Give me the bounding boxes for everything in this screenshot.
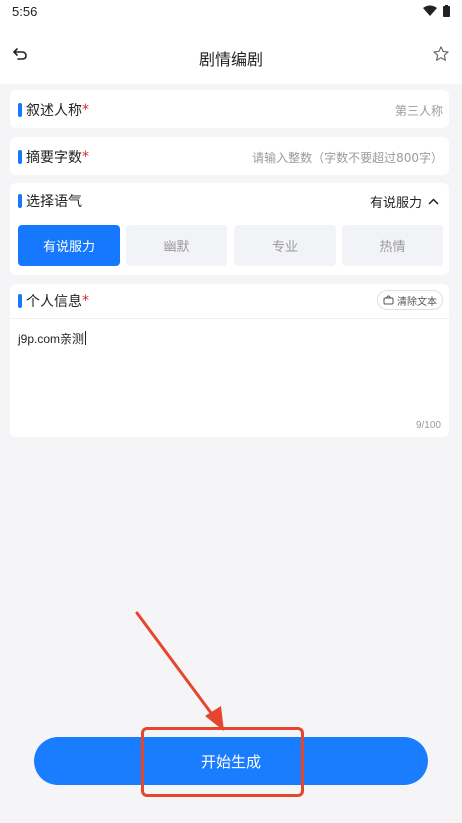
narration-value[interactable]: 第三人称 xyxy=(395,102,443,119)
tone-option-professional[interactable]: 专业 xyxy=(234,225,336,266)
app-header: 剧情编剧 xyxy=(0,24,462,84)
eraser-icon xyxy=(383,295,394,305)
status-bar: 5:56 xyxy=(0,0,462,24)
narration-label-row: 叙述人称 * xyxy=(18,100,89,120)
personal-info-text: j9p.com亲测 xyxy=(18,332,85,346)
personal-info-textarea[interactable]: j9p.com亲测 xyxy=(18,330,441,410)
favorite-button[interactable] xyxy=(432,45,452,65)
section-marker xyxy=(18,194,22,208)
clear-text-label: 清除文本 xyxy=(397,296,437,308)
start-generate-label: 开始生成 xyxy=(200,752,261,771)
tone-selected-value: 有说服力 xyxy=(369,196,422,211)
star-icon xyxy=(433,46,449,61)
required-mark: * xyxy=(82,293,89,309)
chevron-up-icon xyxy=(428,198,439,205)
summary-length-card[interactable]: 摘要字数 * 请输入整数（字数不要超过800字） xyxy=(10,137,449,175)
personal-info-card: 个人信息 * 清除文本 j9p.com亲测 9/100 xyxy=(10,284,449,437)
section-marker xyxy=(18,103,22,117)
section-marker xyxy=(18,294,22,308)
start-generate-button[interactable]: 开始生成 xyxy=(34,737,428,785)
personal-info-label: 个人信息 xyxy=(26,294,82,310)
tone-label-row: 选择语气 xyxy=(18,191,82,211)
text-caret xyxy=(85,331,87,345)
narration-label: 叙述人称 xyxy=(26,103,82,119)
tone-option-enthusiastic[interactable]: 热情 xyxy=(342,225,443,266)
personal-info-label-row: 个人信息 * xyxy=(18,291,89,311)
tone-option-humorous[interactable]: 幽默 xyxy=(126,225,227,266)
section-marker xyxy=(18,150,22,164)
narration-card[interactable]: 叙述人称 * 第三人称 xyxy=(10,90,449,128)
tone-option-persuasive[interactable]: 有说服力 xyxy=(18,225,120,266)
required-mark: * xyxy=(82,149,89,165)
summary-length-input[interactable]: 请输入整数（字数不要超过800字） xyxy=(252,149,443,166)
required-mark: * xyxy=(82,102,89,118)
wifi-icon xyxy=(423,5,437,16)
character-counter: 9/100 xyxy=(415,420,441,431)
summary-label-row: 摘要字数 * xyxy=(18,147,89,167)
divider xyxy=(10,318,449,319)
status-icons xyxy=(423,5,450,17)
clear-text-button[interactable]: 清除文本 xyxy=(377,290,443,310)
tone-dropdown[interactable]: 有说服力 xyxy=(370,192,439,211)
summary-length-label: 摘要字数 xyxy=(26,150,82,166)
status-time: 5:56 xyxy=(12,4,38,19)
tone-card: 选择语气 有说服力 有说服力 幽默 专业 热情 xyxy=(10,183,449,275)
battery-icon xyxy=(443,5,450,17)
tone-label: 选择语气 xyxy=(26,194,82,210)
page-title: 剧情编剧 xyxy=(198,50,263,69)
